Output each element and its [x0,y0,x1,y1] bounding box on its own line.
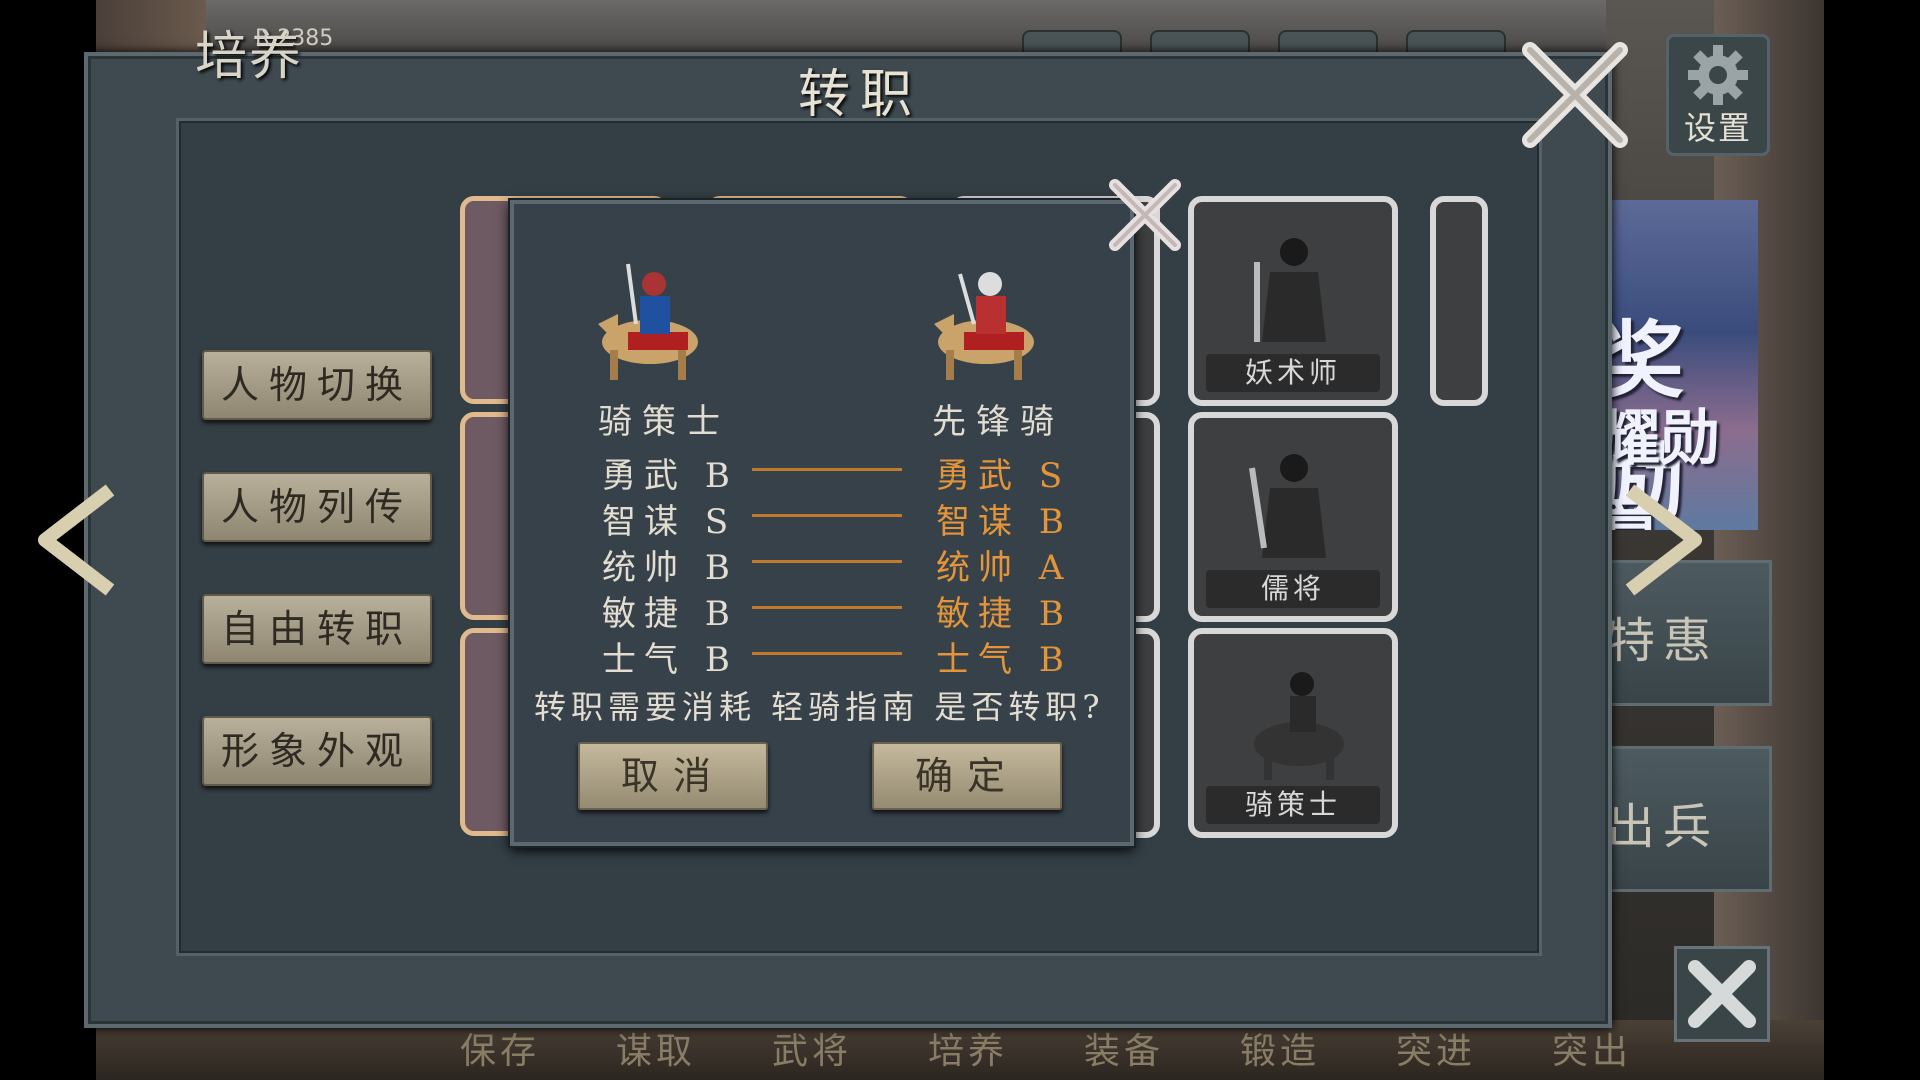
bottom-tab[interactable]: 装备 [1064,1022,1184,1074]
stat-to-grade: B [1038,502,1072,542]
bottom-tab[interactable]: 谋取 [596,1022,716,1074]
appearance-button[interactable]: 形象外观 [202,716,432,786]
switch-character-button[interactable]: 人物切换 [202,350,432,420]
stat-row: 统帅 B 统帅 A [514,540,1130,588]
stat-name-target: 智谋 [936,502,1020,542]
stat-name: 智谋 [602,502,686,542]
stat-name-target: 敏捷 [936,594,1020,634]
special-offer-label: 特惠 [1607,613,1720,669]
prev-arrow-icon[interactable] [30,480,120,600]
stat-from-grade: B [704,456,738,496]
job-card-sorcerer[interactable]: 妖术师 [1188,196,1398,406]
cancel-button[interactable]: 取消 [578,742,768,810]
confirm-button[interactable]: 确定 [872,742,1062,810]
dispatch-label: 出兵 [1607,799,1720,855]
stat-from-grade: B [704,548,738,588]
main-close-button[interactable] [1674,946,1770,1042]
job-change-dialog: 骑策士 先锋骑 勇武 B 勇武 S 智谋 S 智谋 B 统帅 B 统帅 A 敏捷… [510,200,1134,846]
to-unit-name: 先锋骑 [932,402,1064,442]
stat-to-grade: A [1038,548,1072,588]
background-wall-right [1714,0,1824,1080]
bottom-tab[interactable]: 培养 [908,1022,1028,1074]
bottom-tab[interactable]: 武将 [752,1022,872,1074]
stat-connector [752,606,902,609]
stat-name: 敏捷 [602,594,686,634]
free-job-change-button[interactable]: 自由转职 [202,594,432,664]
stat-to-grade: B [1038,594,1072,634]
bottom-tab[interactable]: 突进 [1376,1022,1496,1074]
stat-from-grade: S [704,502,737,542]
job-card-label: 骑策士 [1206,786,1380,824]
job-card-partial[interactable] [1430,196,1488,406]
top-strip [206,0,1606,50]
close-icon [1688,960,1756,1028]
stat-name-target: 勇武 [936,456,1020,496]
sorcerer-figure-icon [1254,238,1326,342]
from-unit-name: 骑策士 [598,402,730,442]
next-arrow-icon[interactable] [1620,480,1710,600]
stat-name: 勇武 [602,456,686,496]
stat-row: 智谋 S 智谋 B [514,494,1130,542]
character-biography-button[interactable]: 人物列传 [202,472,432,542]
stat-name-target: 士气 [936,640,1020,680]
job-change-cost-text: 转职需要消耗 轻骑指南 是否转职? [534,688,1105,726]
stat-connector [752,560,902,563]
scholar-general-figure-icon [1249,454,1326,558]
stat-connector [752,468,902,471]
stat-row: 勇武 B 勇武 S [514,448,1130,496]
job-card-scholar-general[interactable]: 儒将 [1188,412,1398,622]
from-unit-cavalry-icon [598,263,698,380]
stat-from-grade: B [704,594,738,634]
stat-to-grade: B [1038,640,1072,680]
stat-name: 士气 [602,640,686,680]
job-card-label: 儒将 [1206,570,1380,608]
stat-connector [752,652,902,655]
dialog-close-icon[interactable] [1100,170,1190,260]
dialog-title: 转职 [797,65,922,125]
stat-connector [752,514,902,517]
job-card-label: 妖术师 [1206,354,1380,392]
stat-to-grade: S [1038,456,1071,496]
bottom-tab[interactable]: 保存 [440,1022,560,1074]
job-card-cavalry-strategist[interactable]: 骑策士 [1188,628,1398,838]
stat-name: 统帅 [602,548,686,588]
cavalry-figure-icon [1254,672,1344,780]
stat-from-grade: B [704,640,738,680]
stat-name-target: 统帅 [936,548,1020,588]
stat-row: 士气 B 士气 B [514,632,1130,680]
stat-row: 敏捷 B 敏捷 B [514,586,1130,634]
to-unit-vanguard-icon [934,272,1034,380]
dispatch-button[interactable]: 出兵 [1600,746,1772,892]
bottom-tab[interactable]: 锻造 [1220,1022,1340,1074]
bottom-tab[interactable]: 突出 [1532,1022,1652,1074]
page-subtitle: R 2385 [255,26,334,51]
panel-close-icon[interactable] [1510,30,1640,160]
